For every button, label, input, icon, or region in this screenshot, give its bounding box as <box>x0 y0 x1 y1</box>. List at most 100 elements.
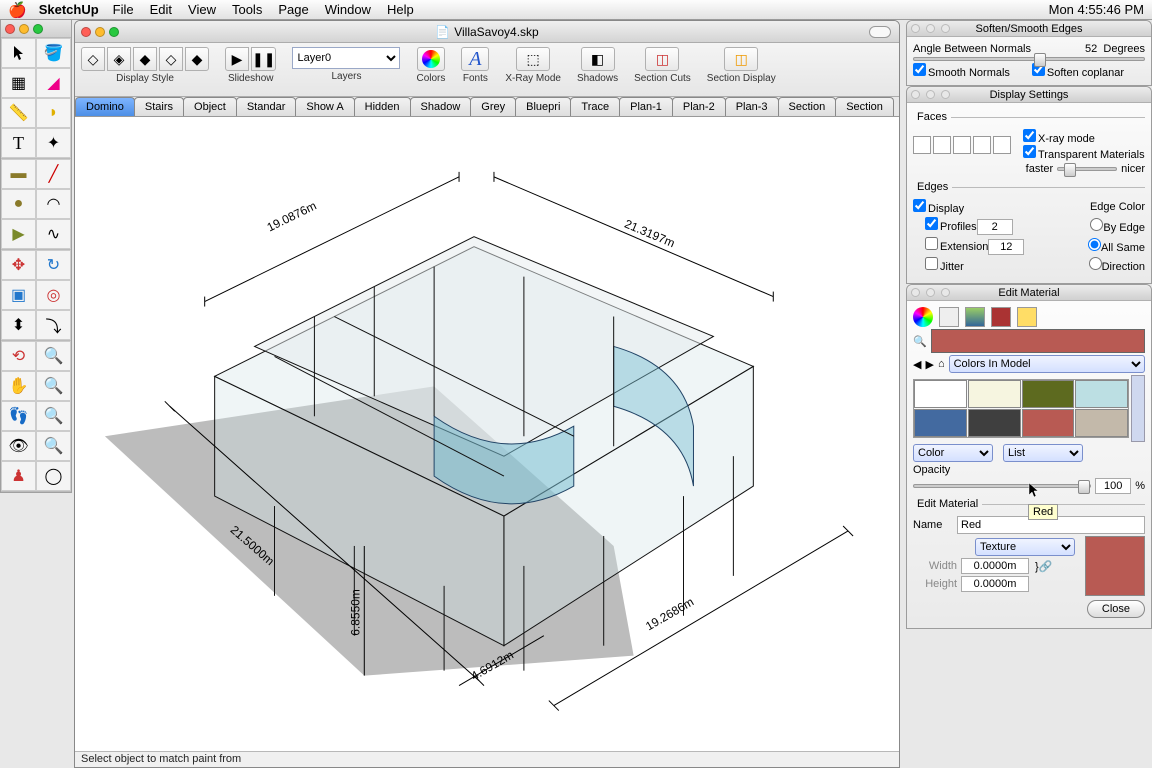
tab-trace[interactable]: Trace <box>570 97 620 116</box>
play-button[interactable]: ▶ <box>225 47 249 71</box>
scale-tool[interactable]: ▣ <box>1 280 36 310</box>
face-style-3[interactable] <box>953 136 971 154</box>
style-hidden-button[interactable]: ◈ <box>107 47 131 71</box>
mat-brick-icon[interactable] <box>991 307 1011 327</box>
tab-section2[interactable]: Section <box>835 97 894 116</box>
paint-tool[interactable]: 🪣 <box>36 38 71 68</box>
arc-tool[interactable]: ◠ <box>36 189 71 219</box>
apple-icon[interactable]: 🍎 <box>8 1 27 19</box>
swatch[interactable] <box>1075 409 1128 437</box>
angle-slider[interactable] <box>913 57 1145 61</box>
tab-section1[interactable]: Section <box>778 97 837 116</box>
link-icon[interactable]: }🔗 <box>1035 560 1052 573</box>
section-display-button[interactable]: ◫ <box>724 47 758 71</box>
menu-file[interactable]: File <box>113 2 134 17</box>
zoom-tool[interactable]: 🔍 <box>36 341 71 371</box>
position-camera-tool[interactable]: ♟ <box>1 461 36 491</box>
tab-plan2[interactable]: Plan-2 <box>672 97 726 116</box>
tab-show-a[interactable]: Show A <box>295 97 354 116</box>
extension-input[interactable] <box>988 239 1024 255</box>
jitter-check[interactable]: Jitter <box>925 257 964 273</box>
menu-help[interactable]: Help <box>387 2 414 17</box>
select-tool[interactable] <box>1 38 36 68</box>
text-tool[interactable]: T <box>1 128 36 158</box>
profiles-check[interactable]: Profiles <box>925 221 977 233</box>
face-style-5[interactable] <box>993 136 1011 154</box>
offset-tool[interactable]: ◎ <box>36 280 71 310</box>
zoom-icon[interactable] <box>33 24 43 34</box>
mat-lib-icon[interactable] <box>939 307 959 327</box>
nav-fwd-icon[interactable]: ▶ <box>925 358 933 371</box>
swatch[interactable] <box>968 409 1021 437</box>
style-mono-button[interactable]: ◆ <box>185 47 209 71</box>
direction-radio[interactable]: Direction <box>1089 257 1145 273</box>
shadows-button[interactable]: ◧ <box>581 47 615 71</box>
toolbar-pill[interactable] <box>869 26 891 38</box>
colorwheel-icon[interactable] <box>913 307 933 327</box>
minimize-icon[interactable] <box>926 24 935 33</box>
eraser-tool[interactable]: ◢ <box>36 68 71 98</box>
width-input[interactable] <box>961 558 1029 574</box>
zoom-icon[interactable] <box>941 90 950 99</box>
walk-tool[interactable]: 👣 <box>1 401 36 431</box>
zoom-extents-tool[interactable]: 🔍 <box>36 401 71 431</box>
followme-tool[interactable]: ⤵ <box>36 310 71 340</box>
transp-check[interactable]: Transparent Materials <box>1023 149 1145 161</box>
tab-stairs[interactable]: Stairs <box>134 97 184 116</box>
protractor-tool[interactable]: ◗ <box>36 98 71 128</box>
nav-back-icon[interactable]: ◀ <box>913 358 921 371</box>
mat-new-icon[interactable] <box>1017 307 1037 327</box>
tab-blueprint[interactable]: Bluepri <box>515 97 571 116</box>
previous-tool[interactable]: 🔍 <box>36 431 71 461</box>
pan-tool[interactable]: ✋ <box>1 371 36 401</box>
opacity-slider[interactable] <box>913 484 1091 488</box>
swatch[interactable] <box>1022 380 1075 408</box>
collection-select[interactable]: Colors In Model <box>949 355 1145 373</box>
close-icon[interactable] <box>5 24 15 34</box>
height-input[interactable] <box>961 576 1029 592</box>
xray-check[interactable]: X-ray mode <box>1023 133 1095 145</box>
minimize-icon[interactable] <box>926 288 935 297</box>
current-color-swatch[interactable] <box>931 329 1145 353</box>
swatch[interactable] <box>968 380 1021 408</box>
tab-standard[interactable]: Standar <box>236 97 297 116</box>
search-icon[interactable]: 🔍 <box>913 335 927 348</box>
zoom-icon[interactable] <box>941 24 950 33</box>
display-check[interactable]: Display <box>913 199 964 215</box>
model-viewport[interactable]: 19.0876m 21.3197m 21.5000m 19.2686m 4.69… <box>75 117 899 737</box>
colors-button[interactable] <box>417 47 445 71</box>
quality-slider[interactable] <box>1057 167 1117 171</box>
face-style-4[interactable] <box>973 136 991 154</box>
close-icon[interactable] <box>911 288 920 297</box>
section-tool[interactable]: ◯ <box>36 461 71 491</box>
app-name[interactable]: SketchUp <box>39 2 99 17</box>
list-mode-select[interactable]: List <box>1003 444 1083 462</box>
minimize-icon[interactable] <box>95 27 105 37</box>
xray-button[interactable]: ⬚ <box>516 47 550 71</box>
layer-select[interactable]: Layer0 <box>292 47 400 69</box>
fonts-button[interactable]: A <box>461 47 489 71</box>
mat-img-icon[interactable] <box>965 307 985 327</box>
home-icon[interactable]: ⌂ <box>938 358 945 370</box>
axes-tool[interactable]: ✦ <box>36 128 71 158</box>
zoom-icon[interactable] <box>941 288 950 297</box>
swatch[interactable] <box>914 380 967 408</box>
close-icon[interactable] <box>81 27 91 37</box>
pause-button[interactable]: ❚❚ <box>251 47 276 71</box>
extension-check[interactable]: Extension <box>925 241 988 253</box>
rotate-tool[interactable]: ↻ <box>36 250 71 280</box>
allsame-radio[interactable]: All Same <box>1088 238 1145 254</box>
style-tex-button[interactable]: ◇ <box>159 47 183 71</box>
close-icon[interactable] <box>911 90 920 99</box>
move-tool[interactable]: ✥ <box>1 250 36 280</box>
coplanar-check[interactable]: Soften coplanar <box>1032 63 1124 79</box>
style-shaded-button[interactable]: ◆ <box>133 47 157 71</box>
component-tool[interactable]: ▦ <box>1 68 36 98</box>
face-style-1[interactable] <box>913 136 931 154</box>
close-button[interactable]: Close <box>1087 600 1145 618</box>
style-wire-button[interactable]: ◇ <box>81 47 105 71</box>
opacity-input[interactable] <box>1095 478 1131 494</box>
tab-hidden[interactable]: Hidden <box>354 97 411 116</box>
circle-tool[interactable]: ● <box>1 189 36 219</box>
tab-plan1[interactable]: Plan-1 <box>619 97 673 116</box>
